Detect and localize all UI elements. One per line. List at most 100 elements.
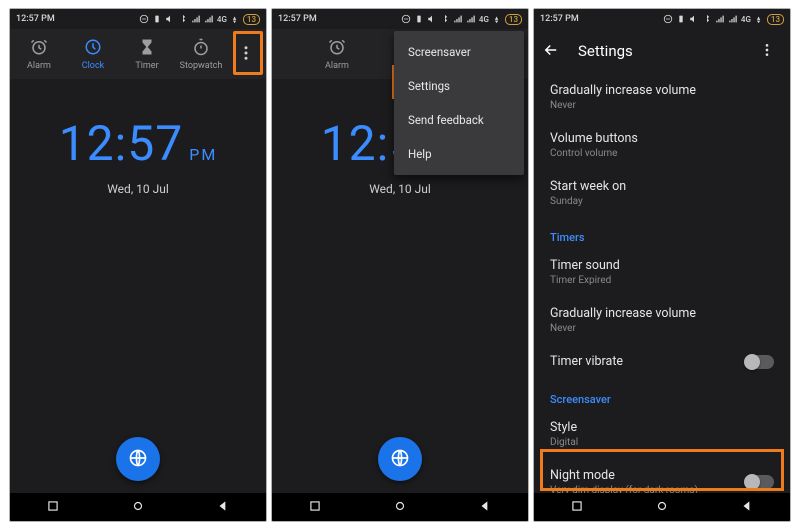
- settings-list[interactable]: Gradually increase volume Never Volume b…: [534, 73, 790, 521]
- add-world-clock-button[interactable]: [378, 437, 422, 481]
- tab-alarm[interactable]: Alarm: [274, 29, 400, 79]
- setting-style[interactable]: Style Digital: [550, 410, 774, 458]
- setting-start-week[interactable]: Start week on Sunday: [550, 169, 774, 217]
- dnd-icon: [663, 14, 673, 24]
- more-vert-icon: [759, 42, 775, 61]
- date-value: Wed, 10 Jul: [10, 182, 266, 196]
- vibrate-icon: [414, 14, 424, 24]
- tab-label: Alarm: [27, 61, 51, 71]
- hourglass-icon: [138, 38, 156, 59]
- back-button[interactable]: [542, 41, 572, 62]
- menu-settings[interactable]: Settings: [394, 69, 524, 103]
- status-bar: 12:57 PM 4G 13: [10, 9, 266, 29]
- data-icon: [230, 14, 240, 24]
- nav-home-icon[interactable]: [131, 499, 145, 516]
- nav-home-icon[interactable]: [393, 499, 407, 516]
- nav-recent-icon[interactable]: [308, 499, 322, 516]
- arrow-back-icon: [542, 41, 560, 62]
- signal-icon: [191, 14, 201, 24]
- tab-clock[interactable]: Clock: [66, 29, 120, 79]
- menu-help[interactable]: Help: [394, 137, 524, 171]
- toggle-timer-vibrate[interactable]: [746, 355, 774, 369]
- battery-icon: 13: [243, 14, 260, 25]
- screenshot-settings: 12:57 PM 4G 13 Settings Gradually increa…: [533, 8, 791, 522]
- clock-tabs: Alarm Clock Timer Stopwatch: [10, 29, 266, 79]
- setting-timer-vibrate[interactable]: Timer vibrate: [550, 344, 774, 379]
- menu-feedback[interactable]: Send feedback: [394, 103, 524, 137]
- overflow-button[interactable]: [228, 29, 264, 79]
- status-icons: 4G 13: [401, 14, 522, 25]
- time-value: 12:57: [59, 115, 184, 172]
- dnd-icon: [401, 14, 411, 24]
- status-time: 12:57 PM: [16, 14, 55, 24]
- nav-recent-icon[interactable]: [46, 499, 60, 516]
- nav-bar: [272, 493, 528, 521]
- setting-timer-sound[interactable]: Timer sound Timer Expired: [550, 248, 774, 296]
- globe-icon: [128, 448, 148, 471]
- data-icon: [492, 14, 502, 24]
- category-timers: Timers: [550, 217, 774, 248]
- nav-back-icon[interactable]: [478, 499, 492, 516]
- status-bar: 12:57 PM 4G 13: [272, 9, 528, 29]
- status-bar: 12:57 PM 4G 13: [534, 9, 790, 29]
- screenshot-overflow-menu: 12:57 PM 4G 13 Alarm Clock 12:57 PM Wed: [271, 8, 529, 522]
- network-label: 4G: [741, 15, 751, 24]
- alarm-icon: [30, 38, 48, 59]
- globe-icon: [390, 448, 410, 471]
- vibrate-icon: [676, 14, 686, 24]
- nav-back-icon[interactable]: [740, 499, 754, 516]
- vibrate-icon: [152, 14, 162, 24]
- stopwatch-icon: [192, 38, 210, 59]
- status-icons: 4G 13: [663, 14, 784, 25]
- status-icons: 4G 13: [139, 14, 260, 25]
- nav-home-icon[interactable]: [655, 499, 669, 516]
- setting-volume-buttons[interactable]: Volume buttons Control volume: [550, 121, 774, 169]
- nav-bar: [534, 493, 790, 521]
- bt-icon: [440, 14, 450, 24]
- settings-title: Settings: [578, 42, 752, 60]
- battery-icon: 13: [505, 14, 522, 25]
- menu-screensaver[interactable]: Screensaver: [394, 35, 524, 69]
- status-time: 12:57 PM: [278, 14, 317, 24]
- signal2-icon: [204, 14, 214, 24]
- mute-icon: [165, 14, 175, 24]
- tab-label: Timer: [135, 61, 158, 71]
- add-world-clock-button[interactable]: [116, 437, 160, 481]
- toggle-night-mode[interactable]: [746, 475, 774, 489]
- tab-stopwatch[interactable]: Stopwatch: [174, 29, 228, 79]
- data-icon: [754, 14, 764, 24]
- nav-back-icon[interactable]: [216, 499, 230, 516]
- signal2-icon: [466, 14, 476, 24]
- overflow-menu: Screensaver Settings Send feedback Help: [394, 31, 524, 175]
- more-vert-icon: [237, 44, 255, 65]
- setting-grad-volume-timer[interactable]: Gradually increase volume Never: [550, 296, 774, 344]
- settings-overflow-button[interactable]: [752, 42, 782, 61]
- signal2-icon: [728, 14, 738, 24]
- tab-timer[interactable]: Timer: [120, 29, 174, 79]
- dnd-icon: [139, 14, 149, 24]
- mute-icon: [689, 14, 699, 24]
- date-value: Wed, 10 Jul: [272, 182, 528, 196]
- clock-display: 12:57 PM Wed, 10 Jul: [10, 115, 266, 196]
- setting-grad-volume-alarm[interactable]: Gradually increase volume Never: [550, 73, 774, 121]
- tab-label: Clock: [82, 61, 104, 71]
- nav-recent-icon[interactable]: [570, 499, 584, 516]
- bt-icon: [178, 14, 188, 24]
- category-screensaver: Screensaver: [550, 379, 774, 410]
- network-label: 4G: [217, 15, 227, 24]
- tab-alarm[interactable]: Alarm: [12, 29, 66, 79]
- settings-appbar: Settings: [534, 29, 790, 73]
- screenshot-clock-overflow: 12:57 PM 4G 13 Alarm Clock Timer: [9, 8, 267, 522]
- network-label: 4G: [479, 15, 489, 24]
- nav-bar: [10, 493, 266, 521]
- tab-label: Stopwatch: [180, 61, 223, 71]
- bt-icon: [702, 14, 712, 24]
- clock-icon: [84, 38, 102, 59]
- mute-icon: [427, 14, 437, 24]
- alarm-icon: [328, 38, 346, 59]
- battery-icon: 13: [767, 14, 784, 25]
- ampm-value: PM: [189, 145, 217, 164]
- tab-label: Alarm: [325, 61, 349, 71]
- signal-icon: [715, 14, 725, 24]
- status-time: 12:57 PM: [540, 14, 579, 24]
